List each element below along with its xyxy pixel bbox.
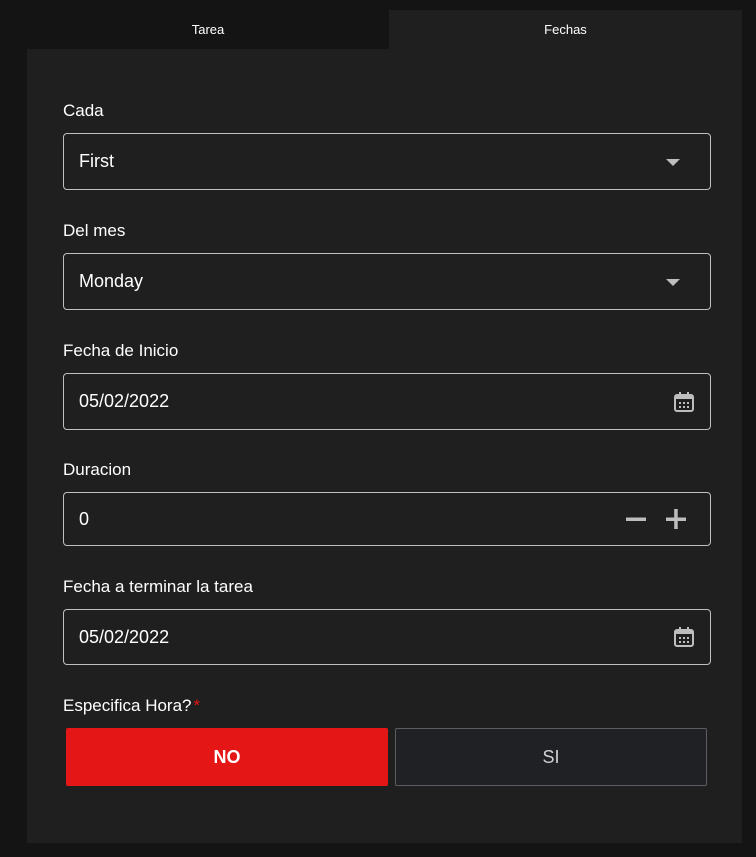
required-asterisk: * — [193, 696, 201, 715]
caret-down-icon — [666, 278, 680, 286]
fecha-terminar-input[interactable]: 05/02/2022 — [63, 609, 711, 665]
tab-bar: Tarea Fechas — [27, 10, 742, 49]
duracion-value: 0 — [79, 508, 90, 529]
duracion-stepper[interactable]: 0 — [63, 492, 711, 546]
fecha-inicio-input[interactable]: 05/02/2022 — [63, 373, 711, 430]
cada-value: First — [79, 151, 114, 171]
tab-fechas[interactable]: Fechas — [389, 10, 742, 49]
duracion-label: Duracion — [63, 460, 132, 479]
fechas-panel: Cada First Del mes Monday Fecha de Inici… — [27, 49, 742, 843]
minus-icon[interactable] — [624, 507, 648, 531]
fecha-inicio-value: 05/02/2022 — [79, 391, 170, 411]
fecha-terminar-label: Fecha a terminar la tarea — [63, 577, 253, 596]
calendar-icon[interactable] — [672, 625, 696, 649]
fecha-inicio-label: Fecha de Inicio — [63, 341, 179, 360]
especifica-hora-label: Especifica Hora? * — [63, 696, 200, 716]
no-button-label: NO — [213, 746, 241, 767]
tab-fechas-label: Fechas — [544, 22, 587, 37]
cada-select[interactable]: First — [63, 133, 711, 190]
cada-label: Cada — [63, 101, 104, 120]
caret-down-icon — [666, 158, 680, 166]
del-mes-select[interactable]: Monday — [63, 253, 711, 310]
del-mes-value: Monday — [79, 271, 144, 291]
del-mes-label: Del mes — [63, 221, 126, 240]
no-button[interactable]: NO — [66, 728, 388, 786]
fecha-terminar-value: 05/02/2022 — [79, 626, 170, 647]
especifica-hora-text: Especifica Hora? — [63, 696, 192, 715]
plus-icon[interactable] — [664, 507, 688, 531]
calendar-icon[interactable] — [672, 390, 696, 414]
si-button-label: SI — [542, 746, 560, 767]
tab-tarea[interactable]: Tarea — [27, 10, 389, 49]
si-button[interactable]: SI — [395, 728, 707, 786]
tab-tarea-label: Tarea — [191, 22, 225, 37]
